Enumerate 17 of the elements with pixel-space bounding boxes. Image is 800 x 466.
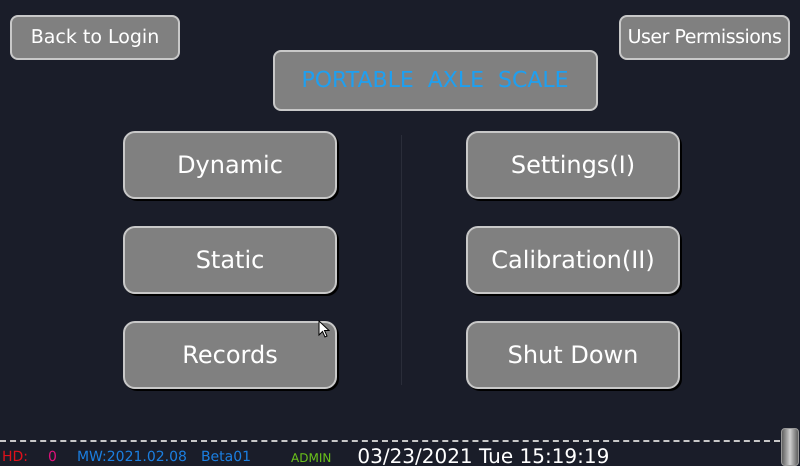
- menu-button[interactable]: Calibration(II): [466, 226, 680, 294]
- menu-button[interactable]: Shut Down: [466, 321, 680, 389]
- menu-button[interactable]: Dynamic: [123, 131, 337, 199]
- menu-button[interactable]: Static: [123, 226, 337, 294]
- user-permissions-button[interactable]: User Permissions: [619, 15, 790, 60]
- menu-button[interactable]: Records: [123, 321, 337, 389]
- back-to-login-button[interactable]: Back to Login: [10, 15, 180, 60]
- status-text: HD:: [2, 450, 28, 466]
- cursor-icon: [318, 320, 330, 338]
- status-text: MW:2021.02.08: [76, 450, 187, 466]
- status-text: 0: [48, 450, 57, 466]
- date-time: 03/23/2021 Tue 15:19:19: [357, 446, 610, 466]
- status-text: Beta01: [200, 450, 252, 466]
- status-text: ADMIN: [291, 452, 332, 466]
- menu-button[interactable]: Settings(I): [466, 131, 680, 199]
- battery-icon: [781, 428, 799, 466]
- app-title: PORTABLE AXLE SCALE: [272, 50, 598, 111]
